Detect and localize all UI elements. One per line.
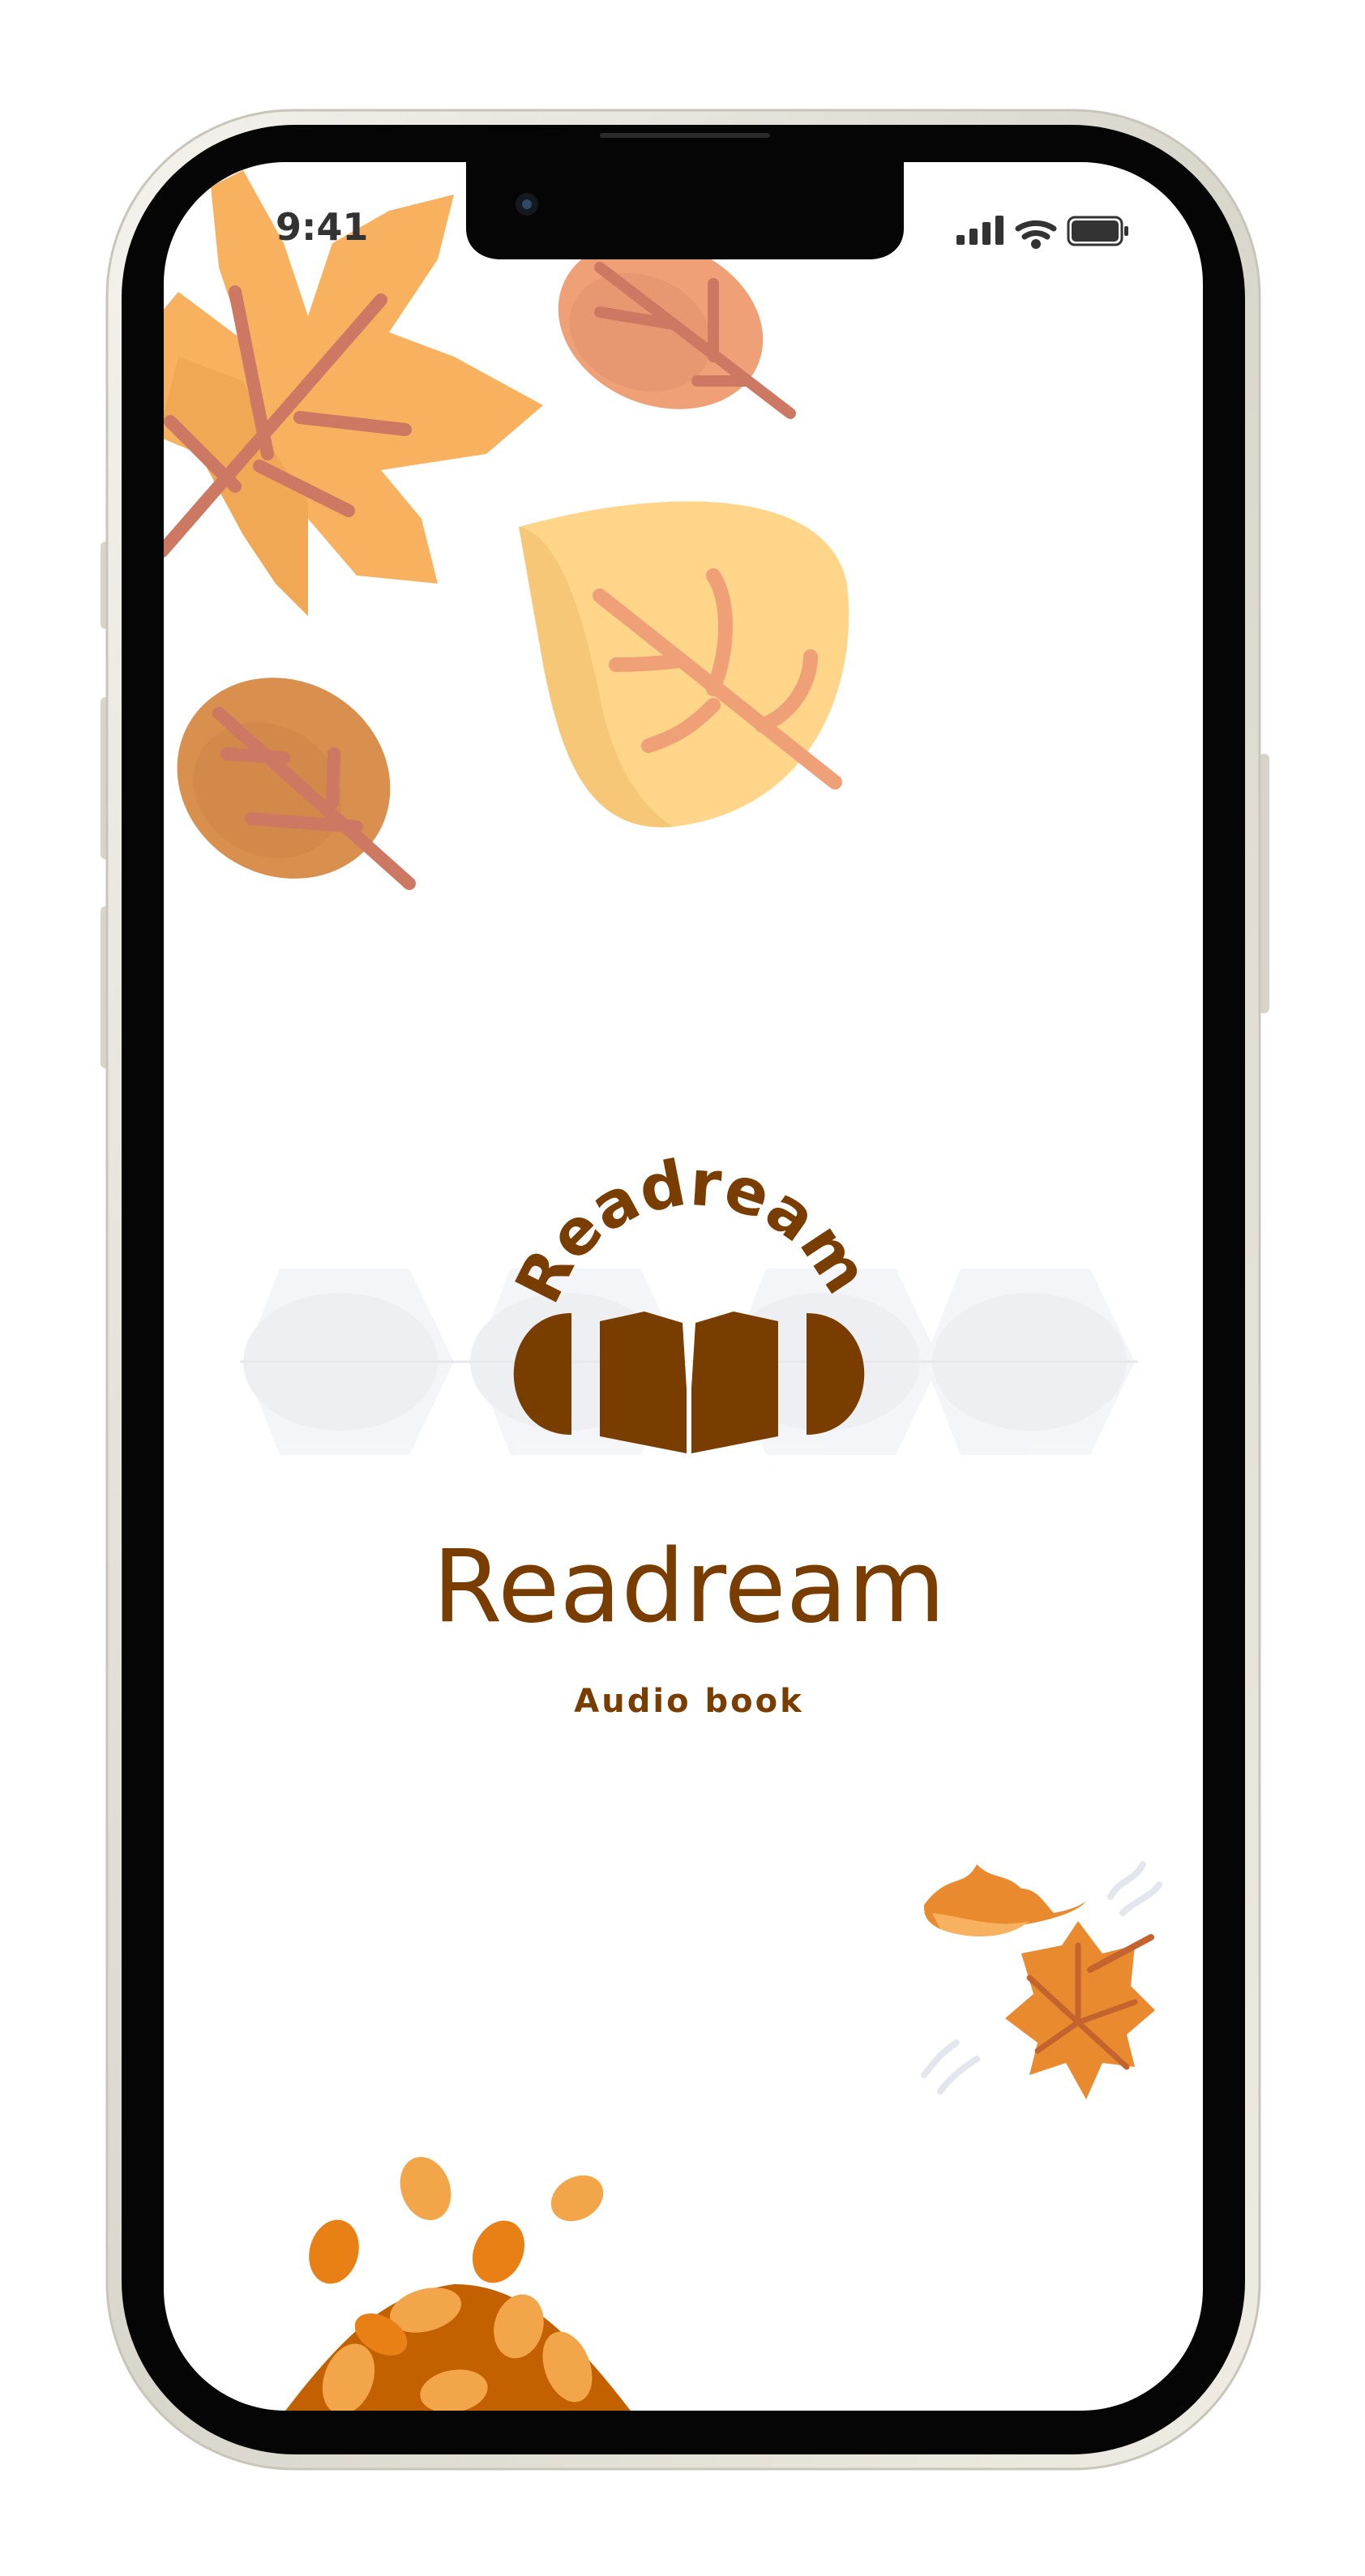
speaker-grille	[600, 133, 770, 138]
app-subtitle: Audio book	[574, 1683, 803, 1720]
phone-canvas: Readream Readream Audio book 9:41	[101, 109, 1269, 2471]
screen: Readream Readream Audio book	[164, 162, 1203, 2411]
status-time: 9:41	[276, 205, 368, 249]
phone-mockup: Readream Readream Audio book 9:41	[0, 0, 1365, 2576]
app-title: Readream	[433, 1529, 946, 1645]
